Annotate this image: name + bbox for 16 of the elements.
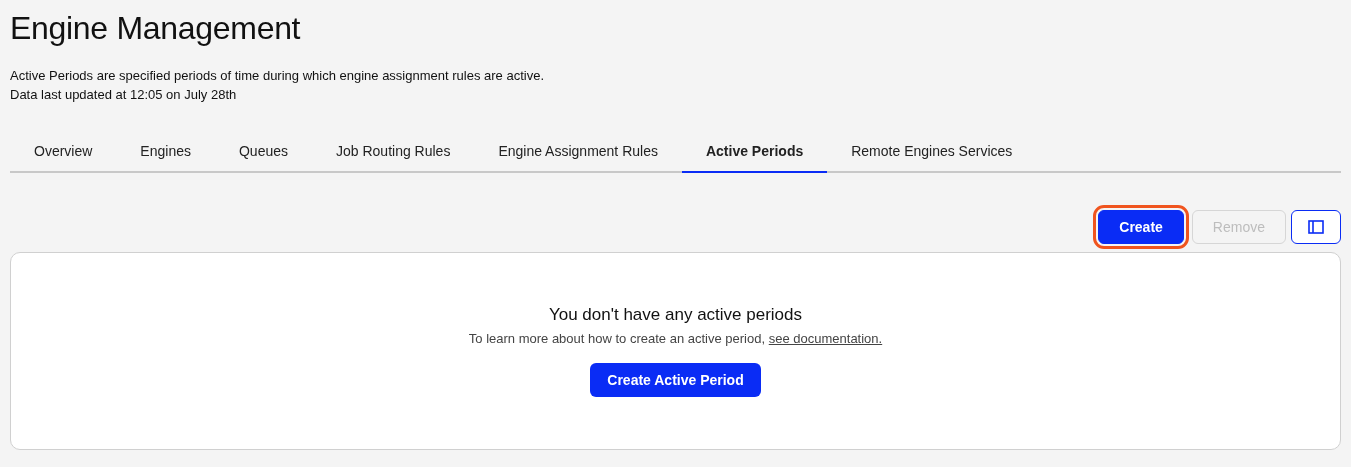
page-title: Engine Management — [10, 9, 302, 48]
documentation-link[interactable]: see documentation. — [768, 331, 883, 346]
empty-state-heading: You don't have any active periods — [548, 304, 803, 326]
tab[interactable]: Overview — [10, 131, 117, 173]
empty-state-text: To learn more about how to create an active period, see documentation. — [468, 330, 883, 348]
updated-text: Data last updated at 12:05 on July 28th — [10, 86, 238, 104]
create-active-period-button[interactable]: Create Active Period — [590, 363, 761, 397]
tab[interactable]: Job Routing Rules — [312, 131, 475, 173]
tab[interactable]: Queues — [214, 131, 312, 173]
panel-icon — [1308, 220, 1324, 234]
description-text: Active Periods are specified periods of time during which engine assignment rules are active. — [10, 67, 545, 85]
tab[interactable]: Engines — [116, 131, 215, 173]
tab[interactable]: Engine Assignment Rules — [474, 131, 682, 173]
panel-toggle-button[interactable] — [1291, 210, 1341, 244]
tab[interactable]: Remote Engines Services — [827, 131, 1037, 173]
tab[interactable]: Active Periods — [681, 131, 828, 173]
